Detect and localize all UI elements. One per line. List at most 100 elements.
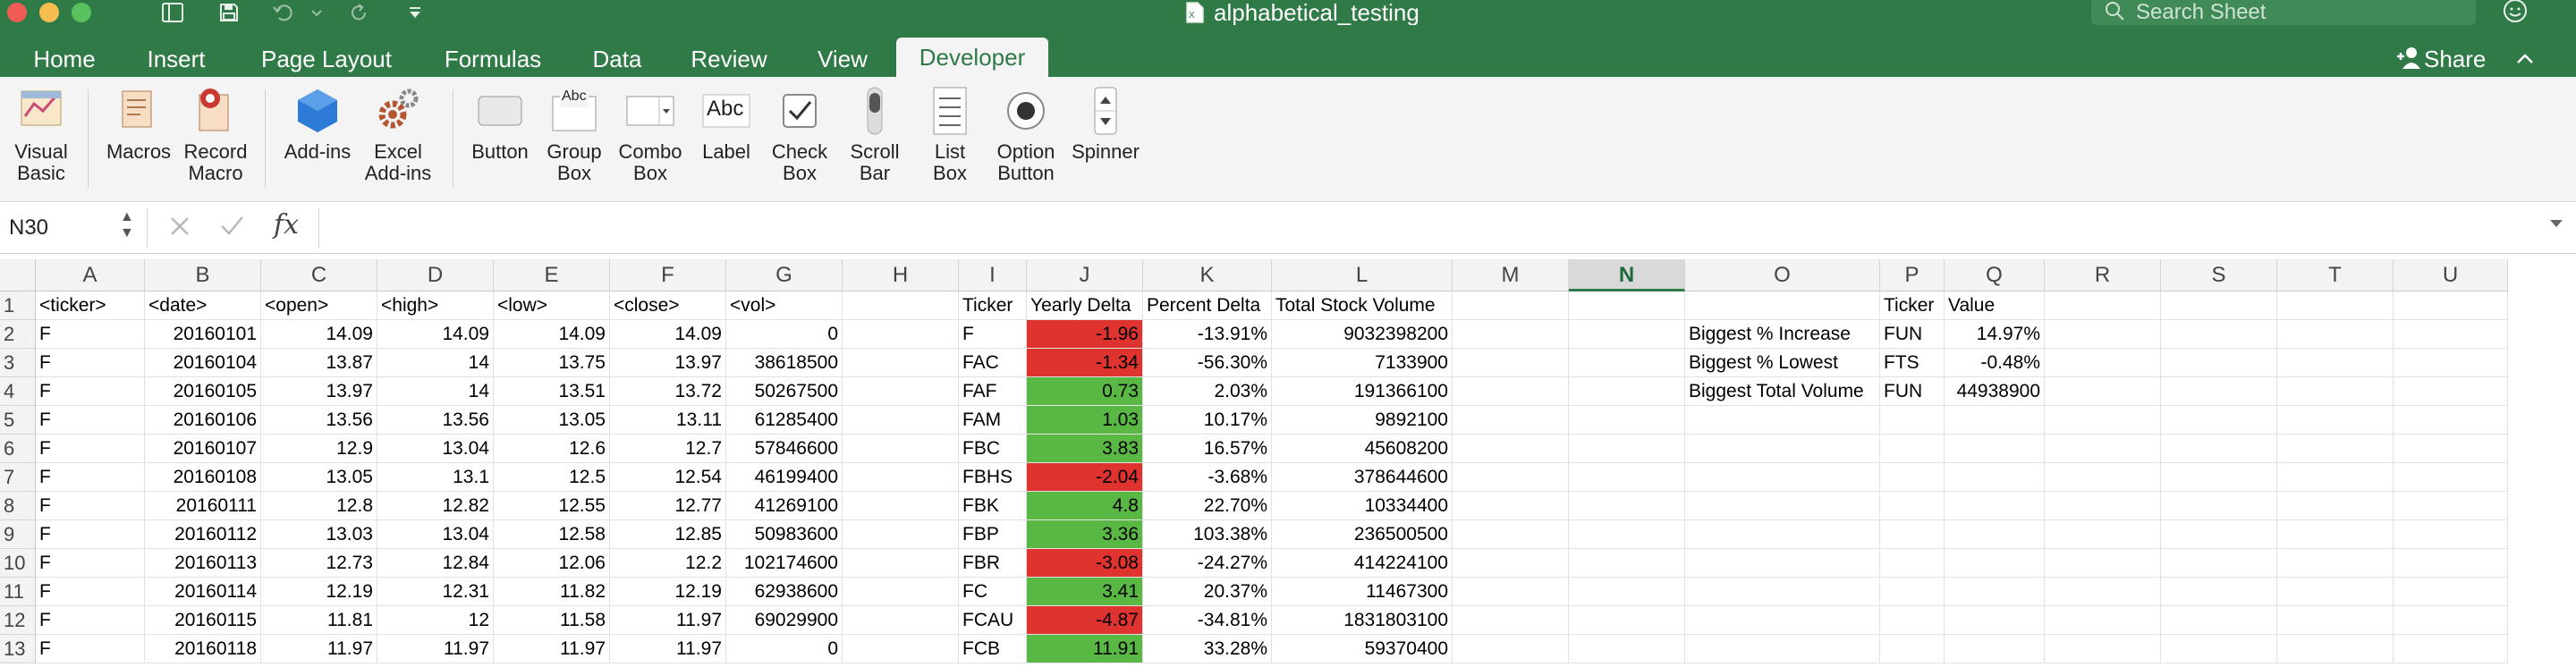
cell-s13[interactable] — [2161, 635, 2277, 663]
cell-a13[interactable]: F — [36, 635, 145, 663]
tab-home[interactable]: Home — [20, 41, 109, 77]
row-header[interactable]: 6 — [0, 435, 36, 463]
row-header[interactable]: 2 — [0, 320, 36, 349]
cell-l5[interactable]: 9892100 — [1272, 406, 1453, 435]
cell-q4[interactable]: 44938900 — [1945, 377, 2045, 406]
cell-d1[interactable]: <high> — [377, 291, 494, 320]
cell-a11[interactable]: F — [36, 578, 145, 606]
cell-p11[interactable] — [1880, 578, 1945, 606]
cell-j6[interactable]: 3.83 — [1027, 435, 1143, 463]
column-header-s[interactable]: S — [2161, 259, 2277, 291]
column-header-c[interactable]: C — [261, 259, 377, 291]
cell-b11[interactable]: 20160114 — [145, 578, 261, 606]
cell-h5[interactable] — [843, 406, 959, 435]
cell-n9[interactable] — [1569, 520, 1685, 549]
cell-o10[interactable] — [1685, 549, 1880, 578]
cell-u6[interactable] — [2394, 435, 2508, 463]
cell-r8[interactable] — [2045, 492, 2161, 520]
cell-u9[interactable] — [2394, 520, 2508, 549]
cell-g9[interactable]: 50983600 — [726, 520, 843, 549]
cell-e7[interactable]: 12.5 — [494, 463, 610, 492]
column-header-n[interactable]: N — [1569, 259, 1685, 291]
cell-m5[interactable] — [1453, 406, 1569, 435]
column-header-g[interactable]: G — [726, 259, 843, 291]
cell-d3[interactable]: 14 — [377, 349, 494, 377]
row-header[interactable]: 13 — [0, 635, 36, 663]
tab-insert[interactable]: Insert — [134, 41, 218, 77]
cell-a8[interactable]: F — [36, 492, 145, 520]
option-button-control[interactable]: Option Button — [987, 86, 1064, 184]
cell-r4[interactable] — [2045, 377, 2161, 406]
column-header-r[interactable]: R — [2045, 259, 2161, 291]
cell-i10[interactable]: FBR — [959, 549, 1027, 578]
zoom-window-button[interactable] — [72, 3, 91, 22]
formula-input[interactable] — [333, 211, 2515, 245]
cell-h10[interactable] — [843, 549, 959, 578]
cell-c13[interactable]: 11.97 — [261, 635, 377, 663]
cell-m3[interactable] — [1453, 349, 1569, 377]
column-header-b[interactable]: B — [145, 259, 261, 291]
row-header[interactable]: 8 — [0, 492, 36, 520]
row-header[interactable]: 1 — [0, 291, 36, 320]
cell-s1[interactable] — [2161, 291, 2277, 320]
cell-e6[interactable]: 12.6 — [494, 435, 610, 463]
cell-m4[interactable] — [1453, 377, 1569, 406]
cell-l10[interactable]: 414224100 — [1272, 549, 1453, 578]
cell-q2[interactable]: 14.97% — [1945, 320, 2045, 349]
cell-e1[interactable]: <low> — [494, 291, 610, 320]
cell-t2[interactable] — [2277, 320, 2394, 349]
sidebar-toggle-icon[interactable] — [161, 2, 184, 23]
cell-b8[interactable]: 20160111 — [145, 492, 261, 520]
label-control[interactable]: Abc Label — [691, 86, 762, 163]
cell-d7[interactable]: 13.1 — [377, 463, 494, 492]
cell-i5[interactable]: FAM — [959, 406, 1027, 435]
cell-b4[interactable]: 20160105 — [145, 377, 261, 406]
cell-r7[interactable] — [2045, 463, 2161, 492]
cell-u11[interactable] — [2394, 578, 2508, 606]
row-header[interactable]: 5 — [0, 406, 36, 435]
cell-m2[interactable] — [1453, 320, 1569, 349]
redo-icon[interactable] — [349, 2, 370, 23]
cell-i11[interactable]: FC — [959, 578, 1027, 606]
cell-k5[interactable]: 10.17% — [1143, 406, 1272, 435]
row-header[interactable]: 10 — [0, 549, 36, 578]
cell-a2[interactable]: F — [36, 320, 145, 349]
cell-l2[interactable]: 9032398200 — [1272, 320, 1453, 349]
cell-d5[interactable]: 13.56 — [377, 406, 494, 435]
cell-c11[interactable]: 12.19 — [261, 578, 377, 606]
row-header[interactable]: 7 — [0, 463, 36, 492]
close-window-button[interactable] — [7, 3, 27, 22]
cell-o12[interactable] — [1685, 606, 1880, 635]
cell-e2[interactable]: 14.09 — [494, 320, 610, 349]
cell-h6[interactable] — [843, 435, 959, 463]
cell-f1[interactable]: <close> — [610, 291, 726, 320]
select-all-corner[interactable] — [0, 259, 36, 291]
visual-basic-button[interactable]: Visual Basic — [5, 86, 77, 184]
cell-b6[interactable]: 20160107 — [145, 435, 261, 463]
cell-f3[interactable]: 13.97 — [610, 349, 726, 377]
cell-j4[interactable]: 0.73 — [1027, 377, 1143, 406]
name-box-stepper-icon[interactable]: ▲ ▼ — [120, 209, 134, 241]
cell-l8[interactable]: 10334400 — [1272, 492, 1453, 520]
cell-n7[interactable] — [1569, 463, 1685, 492]
cell-g6[interactable]: 57846600 — [726, 435, 843, 463]
cell-r2[interactable] — [2045, 320, 2161, 349]
check-box-control[interactable]: Check Box — [766, 86, 834, 184]
cell-e13[interactable]: 11.97 — [494, 635, 610, 663]
cell-r10[interactable] — [2045, 549, 2161, 578]
enter-check-icon[interactable] — [218, 211, 245, 245]
macros-button[interactable]: Macros — [102, 86, 175, 163]
cell-o9[interactable] — [1685, 520, 1880, 549]
row-header[interactable]: 4 — [0, 377, 36, 406]
cell-e5[interactable]: 13.05 — [494, 406, 610, 435]
cell-n1[interactable] — [1569, 291, 1685, 320]
cell-e11[interactable]: 11.82 — [494, 578, 610, 606]
cell-b3[interactable]: 20160104 — [145, 349, 261, 377]
cell-b2[interactable]: 20160101 — [145, 320, 261, 349]
cell-j7[interactable]: -2.04 — [1027, 463, 1143, 492]
cell-p8[interactable] — [1880, 492, 1945, 520]
cell-p9[interactable] — [1880, 520, 1945, 549]
cell-a10[interactable]: F — [36, 549, 145, 578]
cell-f12[interactable]: 11.97 — [610, 606, 726, 635]
cell-o1[interactable] — [1685, 291, 1880, 320]
